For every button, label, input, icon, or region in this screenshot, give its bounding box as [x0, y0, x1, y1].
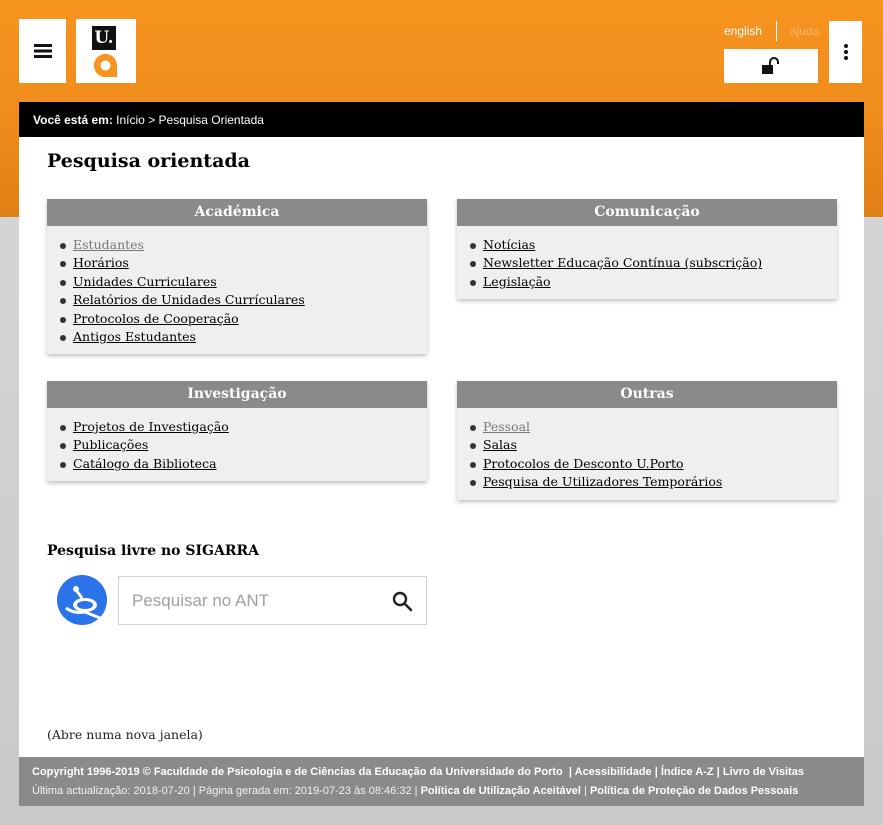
- list-item: Estudantes: [60, 236, 417, 254]
- list-item: Publicações: [60, 436, 417, 454]
- footer-generated: Página gerada em: 2019-07-23 às 08:46:32: [198, 785, 412, 797]
- link-protocolos-cooperacao[interactable]: Protocolos de Cooperação: [73, 311, 239, 326]
- ant-logo-icon[interactable]: [56, 574, 108, 626]
- section-investigacao-list: Projetos de Investigação Publicações Cat…: [47, 408, 427, 481]
- link-publicacoes[interactable]: Publicações: [73, 437, 148, 452]
- menu-icon: [33, 44, 52, 58]
- footer-line-1: Copyright 1996-2019 © Faculdade de Psico…: [32, 766, 804, 778]
- list-item: Pessoal: [470, 418, 827, 436]
- lock-open-icon: [762, 57, 779, 74]
- footer-copyright: Copyright 1996-2019 © Faculdade de Psico…: [32, 766, 563, 778]
- language-divider: [776, 21, 777, 41]
- more-options-button[interactable]: [829, 21, 862, 83]
- free-search-title: Pesquisa livre no SIGARRA: [47, 543, 259, 559]
- list-item: Protocolos de Cooperação: [60, 310, 417, 328]
- section-comunicacao: Comunicação Notícias Newsletter Educação…: [457, 199, 837, 300]
- list-item: Salas: [470, 436, 827, 454]
- link-relatorios-uc[interactable]: Relatórios de Unidades Currículares: [73, 292, 305, 307]
- section-comunicacao-list: Notícias Newsletter Educação Contínua (s…: [457, 226, 837, 299]
- section-investigacao-title: Investigação: [47, 381, 427, 408]
- page-title: Pesquisa orientada: [47, 150, 250, 172]
- breadcrumb-current: Pesquisa Orientada: [158, 113, 264, 127]
- section-investigacao: Investigação Projetos de Investigação Pu…: [47, 381, 427, 482]
- help-link[interactable]: ajuda: [790, 24, 819, 38]
- section-academica-list: Estudantes Horários Unidades Curriculare…: [47, 226, 427, 354]
- link-horarios[interactable]: Horários: [73, 255, 129, 270]
- section-outras-list: Pessoal Salas Protocolos de Desconto U.P…: [457, 408, 837, 500]
- uporto-logo[interactable]: U.: [76, 19, 136, 83]
- search-icon[interactable]: [391, 590, 413, 612]
- logo-u-mark: U.: [92, 26, 116, 50]
- english-link[interactable]: english: [724, 24, 762, 38]
- logo-bubble-icon: [94, 54, 117, 77]
- link-noticias[interactable]: Notícias: [483, 237, 535, 252]
- section-outras: Outras Pessoal Salas Protocolos de Desco…: [457, 381, 837, 500]
- list-item: Pesquisa de Utilizadores Temporários: [470, 473, 827, 491]
- login-button[interactable]: [724, 49, 818, 83]
- footer-politica-dados-link[interactable]: Política de Proteção de Dados Pessoais: [590, 785, 798, 797]
- footer-livro-link[interactable]: Livro de Visitas: [723, 766, 804, 778]
- footer-politica-uso-link[interactable]: Política de Utilização Aceitável: [421, 785, 581, 797]
- link-salas[interactable]: Salas: [483, 437, 517, 452]
- main-content: Pesquisa orientada Académica Estudantes …: [19, 137, 864, 757]
- breadcrumb: Você está em: Início > Pesquisa Orientad…: [19, 102, 864, 137]
- list-item: Catálogo da Biblioteca: [60, 455, 417, 473]
- list-item: Horários: [60, 254, 417, 272]
- link-estudantes[interactable]: Estudantes: [73, 237, 144, 252]
- link-catalogo[interactable]: Catálogo da Biblioteca: [73, 456, 217, 471]
- section-academica: Académica Estudantes Horários Unidades C…: [47, 199, 427, 355]
- link-projetos[interactable]: Projetos de Investigação: [73, 419, 229, 434]
- link-antigos-estudantes[interactable]: Antigos Estudantes: [73, 329, 196, 344]
- list-item: Antigos Estudantes: [60, 328, 417, 346]
- list-item: Newsletter Educação Contínua (subscrição…: [470, 254, 827, 272]
- list-item: Relatórios de Unidades Currículares: [60, 291, 417, 309]
- list-item: Notícias: [470, 236, 827, 254]
- list-item: Protocolos de Desconto U.Porto: [470, 455, 827, 473]
- search-input[interactable]: [119, 577, 379, 624]
- section-outras-title: Outras: [457, 381, 837, 408]
- list-item: Unidades Curriculares: [60, 273, 417, 291]
- list-item: Projetos de Investigação: [60, 418, 417, 436]
- list-item: Legislação: [470, 273, 827, 291]
- footer-acessibilidade-link[interactable]: Acessibilidade: [575, 766, 652, 778]
- link-protocolos-desconto[interactable]: Protocolos de Desconto U.Porto: [483, 456, 684, 471]
- new-window-note: (Abre numa nova janela): [47, 727, 203, 742]
- section-comunicacao-title: Comunicação: [457, 199, 837, 226]
- more-vertical-icon: [843, 44, 848, 60]
- link-legislacao[interactable]: Legislação: [483, 274, 551, 289]
- ant-search-box: [118, 576, 427, 625]
- breadcrumb-home-link[interactable]: Início: [116, 113, 145, 127]
- footer-indice-link[interactable]: Índice A-Z: [661, 766, 714, 778]
- breadcrumb-separator: >: [144, 113, 159, 127]
- footer: Copyright 1996-2019 © Faculdade de Psico…: [19, 757, 864, 806]
- footer-last-update: Última actualização: 2018-07-20: [32, 785, 190, 797]
- link-utilizadores-temporarios[interactable]: Pesquisa de Utilizadores Temporários: [483, 474, 722, 489]
- language-links: english ajuda: [716, 21, 820, 42]
- link-unidades-curriculares[interactable]: Unidades Curriculares: [73, 274, 217, 289]
- link-pessoal[interactable]: Pessoal: [483, 419, 530, 434]
- section-academica-title: Académica: [47, 199, 427, 226]
- link-newsletter[interactable]: Newsletter Educação Contínua (subscrição…: [483, 255, 762, 270]
- menu-button[interactable]: [19, 19, 66, 83]
- breadcrumb-prefix: Você está em:: [33, 113, 113, 127]
- footer-line-2: Última actualização: 2018-07-20 | Página…: [32, 785, 799, 797]
